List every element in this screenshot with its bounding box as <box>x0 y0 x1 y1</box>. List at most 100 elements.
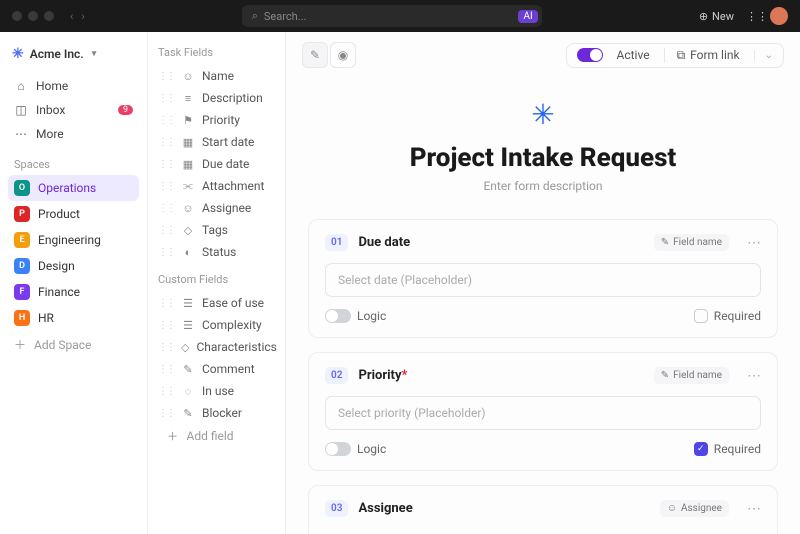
max-dot[interactable] <box>44 11 54 21</box>
drag-handle-icon[interactable]: ⋮⋮ <box>158 181 174 192</box>
drag-handle-icon[interactable]: ⋮⋮ <box>158 115 174 126</box>
drag-handle-icon[interactable]: ⋮⋮ <box>158 93 174 104</box>
field-characteristics[interactable]: ⋮⋮◇Characteristics <box>156 336 277 358</box>
nav-more[interactable]: ⋯More <box>8 122 139 146</box>
spaces-heading: Spaces <box>8 146 139 175</box>
drag-handle-icon[interactable]: ⋮⋮ <box>158 298 174 309</box>
workspace-switcher[interactable]: ✳ Acme Inc. ▾ <box>8 42 139 66</box>
field-blocker[interactable]: ⋮⋮✎Blocker <box>156 402 277 424</box>
field-due-date[interactable]: ⋮⋮▦Due date <box>156 153 277 175</box>
edit-icon: ✎ <box>661 370 669 381</box>
field-name-chip[interactable]: ☺Assignee <box>660 500 729 517</box>
field-placeholder-input[interactable]: Select priority (Placeholder) <box>325 396 761 430</box>
text-icon: ✎ <box>181 407 195 420</box>
card-menu[interactable]: ⋯ <box>747 368 761 384</box>
desc-icon: ≡ <box>181 92 195 105</box>
drag-handle-icon[interactable]: ⋮⋮ <box>158 408 174 419</box>
inbox-badge: 9 <box>118 105 133 115</box>
field-in-use[interactable]: ⋮⋮◌In use <box>156 380 277 402</box>
field-status[interactable]: ⋮⋮◐Status <box>156 241 277 263</box>
required-label: Required <box>714 442 761 456</box>
forward-icon[interactable]: › <box>81 10 84 23</box>
space-badge: F <box>14 284 30 300</box>
drag-handle-icon[interactable]: ⋮⋮ <box>158 159 174 170</box>
form-link-menu[interactable]: ⌄ <box>754 50 773 61</box>
sidebar-space-design[interactable]: DDesign <box>8 253 139 279</box>
field-placeholder-input[interactable]: Select date (Placeholder) <box>325 263 761 297</box>
min-dot[interactable] <box>28 11 38 21</box>
add-field-button[interactable]: ＋Add field <box>156 424 277 448</box>
plus-icon: ＋ <box>165 428 179 444</box>
card-title: Assignee <box>358 501 412 516</box>
toggle-icon: ◌ <box>181 385 195 398</box>
field-tags[interactable]: ⋮⋮◇Tags <box>156 219 277 241</box>
sidebar-space-operations[interactable]: OOperations <box>8 175 139 201</box>
more-icon: ⋯ <box>14 127 28 141</box>
field-name-chip[interactable]: ✎Field name <box>654 234 729 251</box>
chevron-down-icon: ▾ <box>92 49 97 59</box>
close-dot[interactable] <box>12 11 22 21</box>
space-badge: E <box>14 232 30 248</box>
form-field-card[interactable]: 02 Priority* ✎Field name ⋯ Select priority (… <box>308 352 778 471</box>
sidebar-space-finance[interactable]: FFinance <box>8 279 139 305</box>
drag-handle-icon[interactable]: ⋮⋮ <box>158 320 174 331</box>
sidebar-space-product[interactable]: PProduct <box>8 201 139 227</box>
ai-badge[interactable]: AI <box>518 10 537 23</box>
field-name[interactable]: ⋮⋮☺Name <box>156 65 277 87</box>
space-badge: H <box>14 310 30 326</box>
form-link-button[interactable]: ⧉Form link <box>664 48 740 63</box>
card-menu[interactable]: ⋯ <box>747 501 761 517</box>
active-toggle[interactable] <box>577 48 603 62</box>
drag-handle-icon[interactable]: ⋮⋮ <box>158 342 174 353</box>
logic-label: Logic <box>357 442 386 456</box>
back-icon[interactable]: ‹ <box>70 10 73 23</box>
date-icon: ▦ <box>181 158 195 171</box>
drag-handle-icon[interactable]: ⋮⋮ <box>158 71 174 82</box>
field-complexity[interactable]: ⋮⋮☰Complexity <box>156 314 277 336</box>
preview-tool[interactable]: ◉ <box>330 42 356 68</box>
apps-grid-icon[interactable]: ⋮⋮⋮ <box>746 10 758 22</box>
list-icon: ☰ <box>181 297 195 310</box>
home-icon: ⌂ <box>14 79 28 93</box>
sidebar-space-engineering[interactable]: EEngineering <box>8 227 139 253</box>
card-menu[interactable]: ⋯ <box>747 235 761 251</box>
space-badge: D <box>14 258 30 274</box>
tag-icon: ◇ <box>181 224 195 237</box>
field-attachment[interactable]: ⋮⋮⫘Attachment <box>156 175 277 197</box>
card-number: 02 <box>325 367 348 384</box>
form-field-card[interactable]: 03Assignee☺Assignee⋯ <box>308 485 778 534</box>
required-checkbox[interactable] <box>694 309 708 323</box>
avatar[interactable] <box>770 7 788 25</box>
form-description[interactable]: Enter form description <box>483 179 602 193</box>
nav-inbox[interactable]: ◫Inbox9 <box>8 98 139 122</box>
sidebar-space-hr[interactable]: HHR <box>8 305 139 331</box>
logic-toggle[interactable] <box>325 442 351 456</box>
main-panel: ✎ ◉ Active ⧉Form link ⌄ ✳ Project Intake… <box>286 32 800 534</box>
logic-toggle[interactable] <box>325 309 351 323</box>
field-assignee[interactable]: ⋮⋮☺Assignee <box>156 197 277 219</box>
field-name-chip[interactable]: ✎Field name <box>654 367 729 384</box>
field-priority[interactable]: ⋮⋮⚑Priority <box>156 109 277 131</box>
drag-handle-icon[interactable]: ⋮⋮ <box>158 247 174 258</box>
field-description[interactable]: ⋮⋮≡Description <box>156 87 277 109</box>
form-field-card[interactable]: 01Due date✎Field name⋯Select date (Place… <box>308 219 778 338</box>
drag-handle-icon[interactable]: ⋮⋮ <box>158 225 174 236</box>
drag-handle-icon[interactable]: ⋮⋮ <box>158 386 174 397</box>
search-input[interactable]: ⌕ Search... AI <box>242 5 542 27</box>
field-ease-of-use[interactable]: ⋮⋮☰Ease of use <box>156 292 277 314</box>
form-logo-icon: ✳ <box>531 98 554 131</box>
field-start-date[interactable]: ⋮⋮▦Start date <box>156 131 277 153</box>
edit-tool[interactable]: ✎ <box>302 42 328 68</box>
nav-home[interactable]: ⌂Home <box>8 74 139 98</box>
drag-handle-icon[interactable]: ⋮⋮ <box>158 203 174 214</box>
form-title[interactable]: Project Intake Request <box>410 143 677 173</box>
space-badge: P <box>14 206 30 222</box>
card-title: Priority* <box>358 368 407 383</box>
drag-handle-icon[interactable]: ⋮⋮ <box>158 137 174 148</box>
search-icon: ⌕ <box>252 9 258 23</box>
required-checkbox[interactable]: ✓ <box>694 442 708 456</box>
add-space-button[interactable]: ＋Add Space <box>8 331 139 358</box>
field-comment[interactable]: ⋮⋮✎Comment <box>156 358 277 380</box>
new-button[interactable]: ⊕New <box>699 10 734 23</box>
drag-handle-icon[interactable]: ⋮⋮ <box>158 364 174 375</box>
